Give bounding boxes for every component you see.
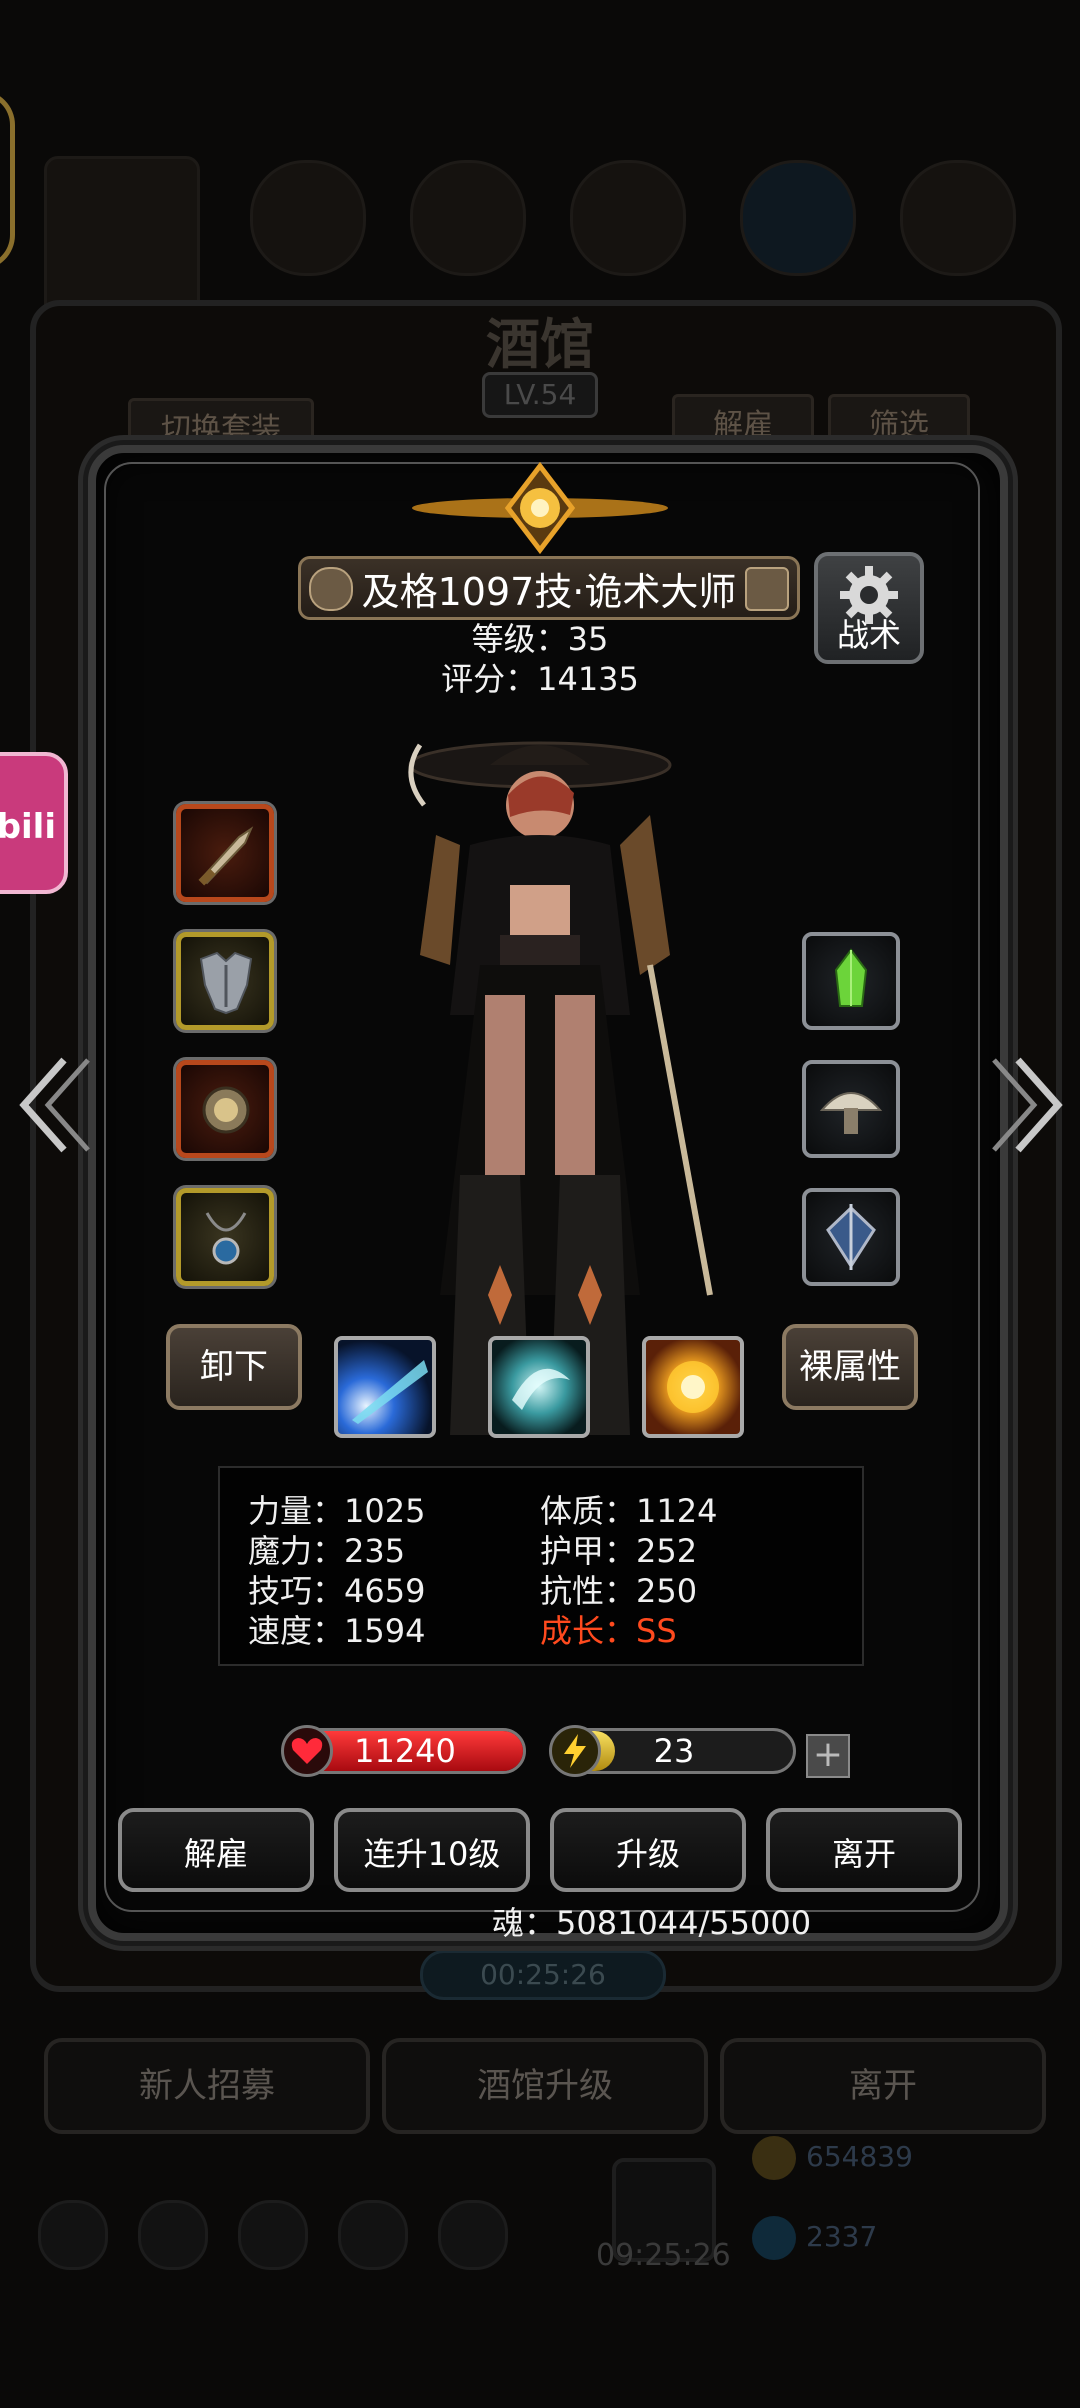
unequip-button[interactable]: 卸下 xyxy=(166,1324,302,1410)
top-portrait-icon xyxy=(44,156,200,322)
emblem-icon xyxy=(826,1204,876,1270)
menu-icon[interactable] xyxy=(238,2200,308,2270)
weapon-slot[interactable] xyxy=(176,804,274,902)
hero-score: 评分：14135 xyxy=(441,660,639,698)
necklace-slot[interactable] xyxy=(176,1188,274,1286)
hero-name-plate: 及格1097技·诡术大师 xyxy=(298,556,800,620)
hero-name: 及格1097技·诡术大师 xyxy=(361,569,737,614)
amulet-icon xyxy=(205,1212,247,1265)
top-icon-row xyxy=(40,156,1040,322)
ring-icon xyxy=(202,1086,250,1134)
hp-bar: 11240 xyxy=(281,1725,526,1777)
gem-icon xyxy=(752,2216,796,2260)
armor-slot[interactable] xyxy=(176,932,274,1030)
bg-leave-button[interactable]: 离开 xyxy=(720,2038,1046,2134)
screen: 酒馆 LV.54 切换套装 解雇 筛选 00:25:26 新人招募 酒馆升级 离… xyxy=(0,0,1080,2408)
menu-icon[interactable] xyxy=(38,2200,108,2270)
recruit-timer: 00:25:26 xyxy=(420,1950,666,2000)
coin-icon xyxy=(752,2136,796,2180)
recruit-button[interactable]: 新人招募 xyxy=(44,2038,370,2134)
skill-slot-1[interactable] xyxy=(334,1336,436,1438)
side-badge xyxy=(0,90,15,270)
heart-icon xyxy=(281,1725,333,1777)
tavern-title: 酒馆 xyxy=(486,312,594,376)
top-round-icon xyxy=(900,160,1016,276)
level-up-button[interactable]: 升级 xyxy=(550,1808,746,1892)
medal-icon xyxy=(309,567,353,611)
dialog-crest-icon xyxy=(412,461,668,555)
mushroom-icon xyxy=(819,1092,883,1134)
tavern-level-badge: LV.54 xyxy=(482,372,598,418)
lightning-icon xyxy=(549,1725,601,1777)
gem-counter: 2337 xyxy=(752,2216,877,2260)
dagger-icon xyxy=(198,826,254,886)
bilibili-float-button[interactable]: bili xyxy=(0,752,68,894)
top-round-icon xyxy=(250,160,366,276)
top-round-icon xyxy=(410,160,526,276)
gold-value: 654839 xyxy=(806,2140,913,2173)
dismiss-button[interactable]: 解雇 xyxy=(118,1808,314,1892)
gold-counter: 654839 xyxy=(752,2136,913,2180)
upgrade-tavern-button[interactable]: 酒馆升级 xyxy=(382,2038,708,2134)
menu-icon[interactable] xyxy=(138,2200,208,2270)
leave-button[interactable]: 离开 xyxy=(766,1808,962,1892)
chevron-left-icon[interactable] xyxy=(14,1050,94,1160)
skill-slot-2[interactable] xyxy=(488,1336,590,1438)
whirlwind-icon xyxy=(512,1368,570,1410)
green-crystal-icon xyxy=(834,948,868,1007)
fireball-icon xyxy=(667,1361,719,1413)
naked-attributes-button[interactable]: 裸属性 xyxy=(782,1324,918,1410)
menu-icon[interactable] xyxy=(338,2200,408,2270)
top-round-icon xyxy=(740,160,856,276)
chevron-right-icon[interactable] xyxy=(988,1050,1068,1160)
soul-counter: 魂：5081044/55000 xyxy=(492,1904,812,1942)
add-energy-button[interactable]: + xyxy=(806,1734,850,1778)
gem-value: 2337 xyxy=(806,2220,878,2253)
accessory-slot[interactable] xyxy=(176,1060,274,1158)
menu-icon[interactable] xyxy=(438,2200,508,2270)
level-up-10-button[interactable]: 连升10级 xyxy=(334,1808,530,1892)
gift-timer: 09:25:26 xyxy=(596,2238,731,2273)
chest-armor-icon xyxy=(199,951,253,1015)
edit-name-icon[interactable] xyxy=(745,567,789,611)
light-beam-icon xyxy=(352,1360,428,1424)
attr-speed: 速度：1594 xyxy=(248,1612,426,1650)
top-round-icon xyxy=(570,160,686,276)
energy-bar: 23 xyxy=(549,1725,796,1777)
mushroom-slot[interactable] xyxy=(802,1060,900,1158)
gem-slot[interactable] xyxy=(802,932,900,1030)
skill-slot-3[interactable] xyxy=(642,1336,744,1438)
emblem-slot[interactable] xyxy=(802,1188,900,1286)
attr-growth: 成长：SS xyxy=(540,1612,677,1650)
